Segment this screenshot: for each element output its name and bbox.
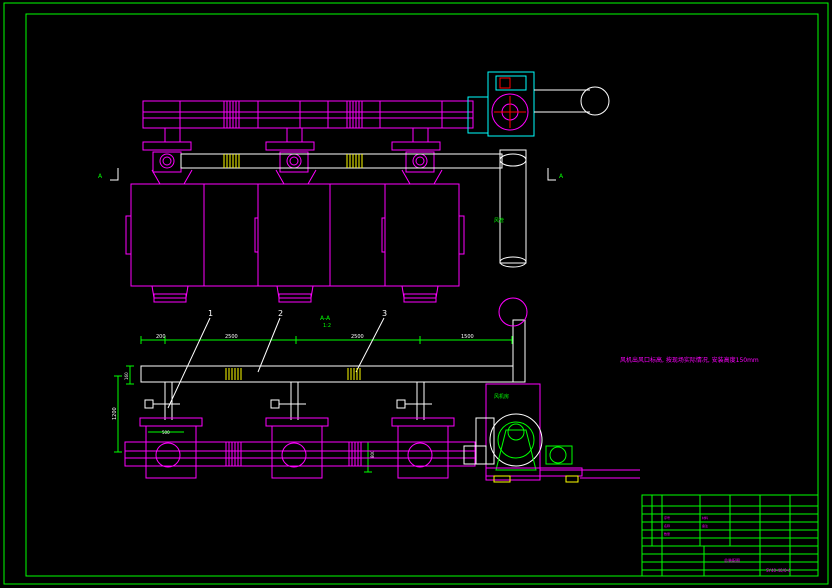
plan-view xyxy=(125,96,527,303)
tb-row-3: 数量 xyxy=(664,531,670,536)
dim-vert-small: 160 xyxy=(124,372,129,380)
title-block-text: 序号 名称 数量 材料 备注 xyxy=(664,515,708,536)
part-label-1: 1 xyxy=(208,309,213,318)
part-label-3: 3 xyxy=(382,309,387,318)
cad-drawing: A A 风管 A-A 1:2 200 2500 2500 1500 160 12… xyxy=(3,2,829,585)
flex-joint-2 xyxy=(346,101,363,128)
leaders xyxy=(167,317,385,409)
fan-room-label: 风机房 xyxy=(494,393,509,400)
dim-2500-left: 2500 xyxy=(225,334,238,340)
drawing-number: SY40-40/0-4 xyxy=(766,568,791,573)
dim-2500-right: 2500 xyxy=(351,334,364,340)
dim-1500: 1500 xyxy=(461,334,474,340)
yellow-joints-bottom xyxy=(225,368,361,380)
lower-flex-joints xyxy=(225,442,362,466)
section-title: A-A xyxy=(320,315,331,322)
section-marker-left: A xyxy=(98,173,103,180)
tb-row-5: 备注 xyxy=(702,523,708,528)
part-label-2: 2 xyxy=(278,309,283,318)
drawing-subtitle: 总装配图 xyxy=(724,557,740,563)
tb-row-4: 材料 xyxy=(702,515,708,520)
install-note: 风机出风口标高, 按现场实际情况, 安装高度150mm xyxy=(620,356,759,364)
fan-assembly xyxy=(463,383,640,483)
dim-vert-large: 1200 xyxy=(112,407,118,420)
top-fan xyxy=(487,71,610,137)
inner-frame xyxy=(25,13,819,577)
tb-row-1: 序号 xyxy=(664,515,670,520)
section-marker-right: A xyxy=(559,173,564,180)
section-markers xyxy=(110,168,556,181)
duct-note: 风管 xyxy=(494,217,504,224)
dim-200: 200 xyxy=(156,334,166,340)
section-scale: 1:2 xyxy=(323,323,331,329)
tb-row-2: 名称 xyxy=(664,523,670,528)
dim-mid-small: 500 xyxy=(162,430,170,435)
yellow-joints-top xyxy=(223,154,363,168)
flex-joint-1 xyxy=(223,101,240,128)
